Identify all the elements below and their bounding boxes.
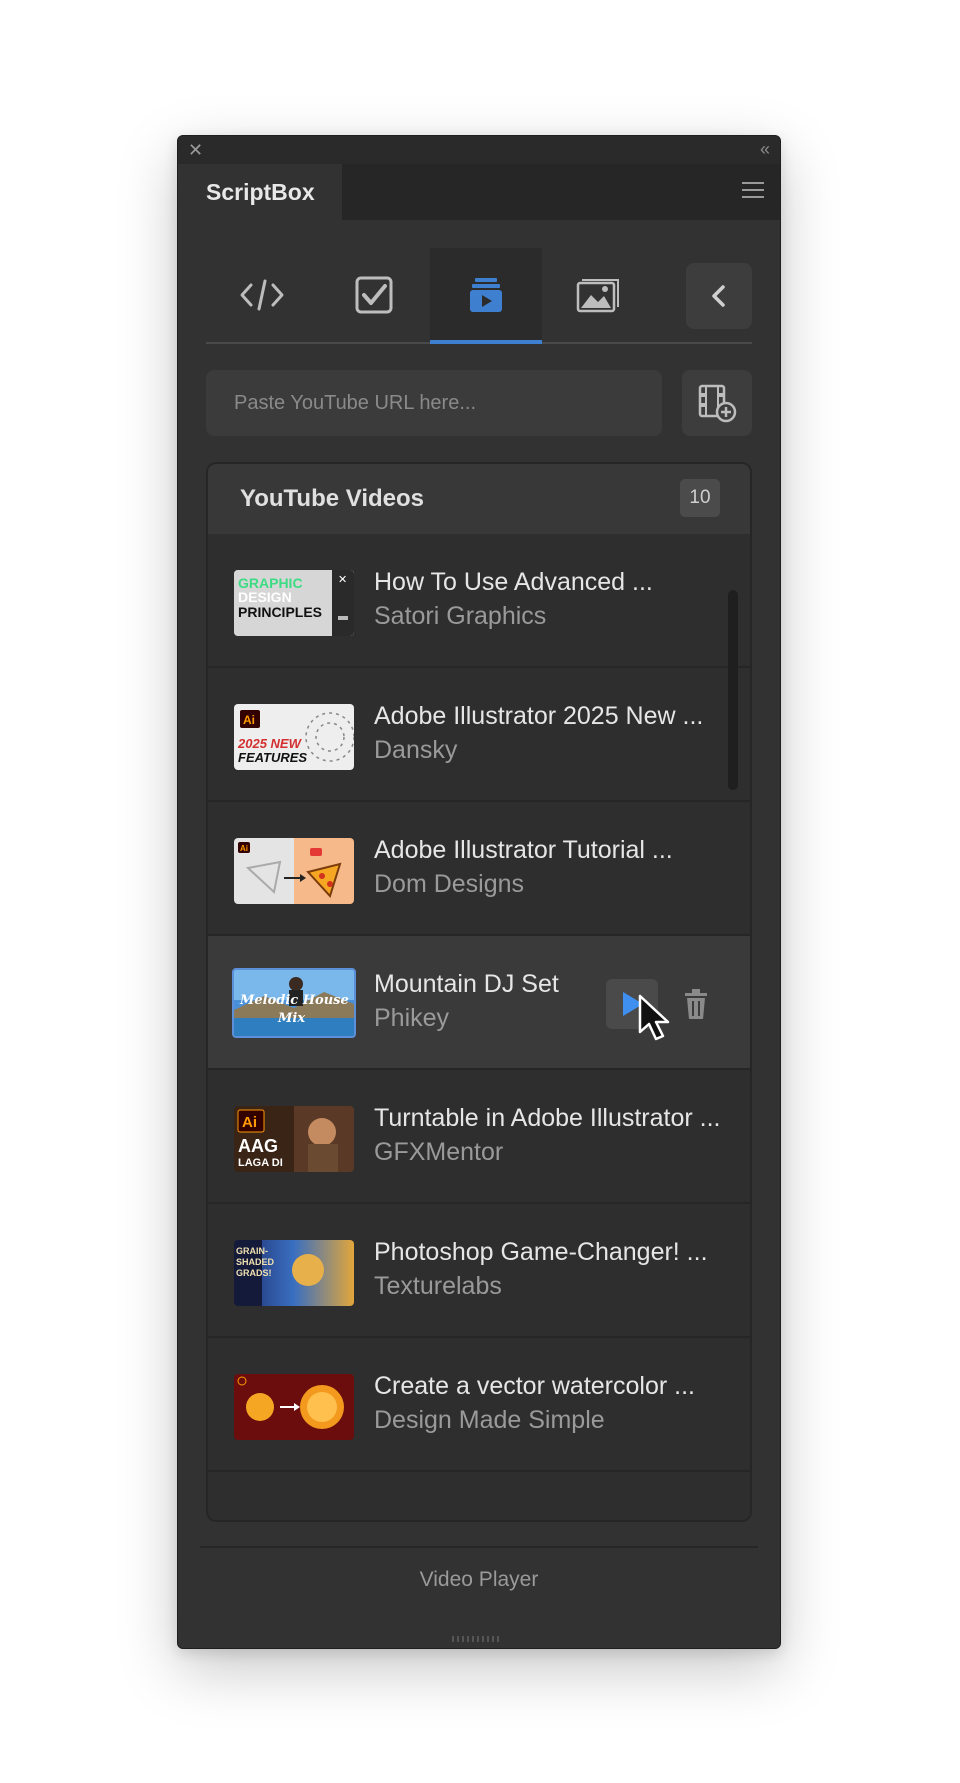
footer-divider (200, 1546, 758, 1548)
video-channel: Phikey (374, 1004, 450, 1032)
close-icon[interactable]: ✕ (188, 140, 203, 160)
panel-tab-row: ScriptBox (178, 164, 780, 220)
image-icon[interactable] (542, 248, 654, 342)
video-thumbnail (234, 1374, 354, 1440)
video-row[interactable]: GRAIN- SHADED GRADS! Photoshop Game-Chan… (208, 1204, 750, 1338)
video-player-label: Video Player (419, 1568, 539, 1591)
video-channel: Design Made Simple (374, 1406, 605, 1434)
delete-button[interactable] (676, 979, 716, 1029)
video-list-title: YouTube Videos (240, 485, 425, 512)
video-title: Mountain DJ Set (374, 970, 559, 998)
video-row[interactable]: Ai 2025 NEW FEATURES Adobe Illustrator 2… (208, 668, 750, 802)
video-list-scrollbar[interactable] (728, 590, 738, 790)
video-list-header: YouTube Videos 10 (208, 464, 750, 534)
video-thumbnail: GRAIN- SHADED GRADS! (234, 1240, 354, 1306)
video-title: Create a vector watercolor ... (374, 1372, 695, 1400)
video-channel: Satori Graphics (374, 602, 547, 630)
svg-text:PRINCIPLES: PRINCIPLES (238, 604, 322, 620)
youtube-url-input[interactable] (206, 370, 662, 436)
trash-icon (685, 989, 707, 1019)
video-title: Adobe Illustrator Tutorial ... (374, 836, 673, 864)
video-row-hovered[interactable]: Melodic House Mix Mountain DJ Set Phikey (208, 936, 750, 1070)
checkbox-icon[interactable] (318, 248, 430, 342)
video-thumbnail: Melodic House Mix (232, 968, 356, 1038)
svg-text:SHADED: SHADED (236, 1257, 275, 1267)
video-thumbnail: Ai (234, 838, 354, 904)
svg-text:AAG: AAG (238, 1136, 278, 1156)
video-channel: Dansky (374, 736, 458, 764)
video-row[interactable]: Ai Adobe Illustrator Tutorial ... Dom De… (208, 802, 750, 936)
video-thumbnail: Ai AAG LAGA DI (234, 1106, 354, 1172)
panel-titlebar: ✕ « (178, 136, 780, 164)
tool-tabs (206, 248, 752, 344)
resize-grip[interactable] (452, 1636, 502, 1642)
video-channel: Texturelabs (374, 1272, 502, 1300)
back-button[interactable] (686, 263, 752, 329)
video-row[interactable]: GRAPHIC DESIGN PRINCIPLES ✕ How To Use A… (208, 534, 750, 668)
add-video-button[interactable] (682, 370, 752, 436)
video-channel: Dom Designs (374, 870, 525, 898)
video-thumbnail: GRAPHIC DESIGN PRINCIPLES ✕ (234, 570, 354, 636)
video-list: YouTube Videos 10 GRAPHIC DESIGN PRINCIP… (206, 462, 752, 1522)
video-title: Photoshop Game-Changer! ... (374, 1238, 708, 1266)
svg-text:GRAIN-: GRAIN- (236, 1246, 268, 1256)
svg-text:✕: ✕ (338, 574, 347, 586)
mouse-cursor-icon (638, 994, 670, 1041)
svg-text:LAGA DI: LAGA DI (238, 1157, 283, 1169)
video-thumbnail: Ai 2025 NEW FEATURES (234, 704, 354, 770)
video-count-badge: 10 (680, 479, 720, 517)
collapse-icon[interactable]: « (760, 139, 770, 159)
svg-text:Ai: Ai (243, 713, 255, 727)
svg-text:DESIGN: DESIGN (238, 589, 292, 605)
svg-text:Melodic House: Melodic House (239, 993, 349, 1008)
hamburger-menu-icon[interactable] (742, 182, 764, 200)
video-row[interactable]: Create a vector watercolor ... Design Ma… (208, 1338, 750, 1472)
video-title: Turntable in Adobe Illustrator ... (374, 1104, 721, 1132)
video-channel: GFXMentor (374, 1138, 504, 1166)
svg-text:GRADS!: GRADS! (236, 1268, 272, 1278)
chevron-left-icon (712, 285, 725, 307)
svg-text:FEATURES: FEATURES (238, 750, 307, 765)
active-tab-indicator (430, 340, 542, 344)
video-title: Adobe Illustrator 2025 New ... (374, 702, 704, 730)
video-row[interactable]: Ai AAG LAGA DI Turntable in Adobe Illust… (208, 1070, 750, 1204)
tab-scriptbox[interactable]: ScriptBox (178, 164, 342, 220)
code-icon[interactable] (206, 248, 318, 342)
scriptbox-panel: ✕ « ScriptBox Paste YouTube URL here... … (177, 135, 781, 1649)
svg-text:2025 NEW: 2025 NEW (237, 736, 303, 751)
svg-text:Ai: Ai (242, 1114, 257, 1131)
svg-text:Mix: Mix (277, 1011, 305, 1026)
video-title: How To Use Advanced ... (374, 568, 653, 596)
svg-text:Ai: Ai (240, 844, 248, 853)
add-video-icon (698, 384, 737, 423)
video-stack-icon[interactable] (430, 248, 542, 342)
